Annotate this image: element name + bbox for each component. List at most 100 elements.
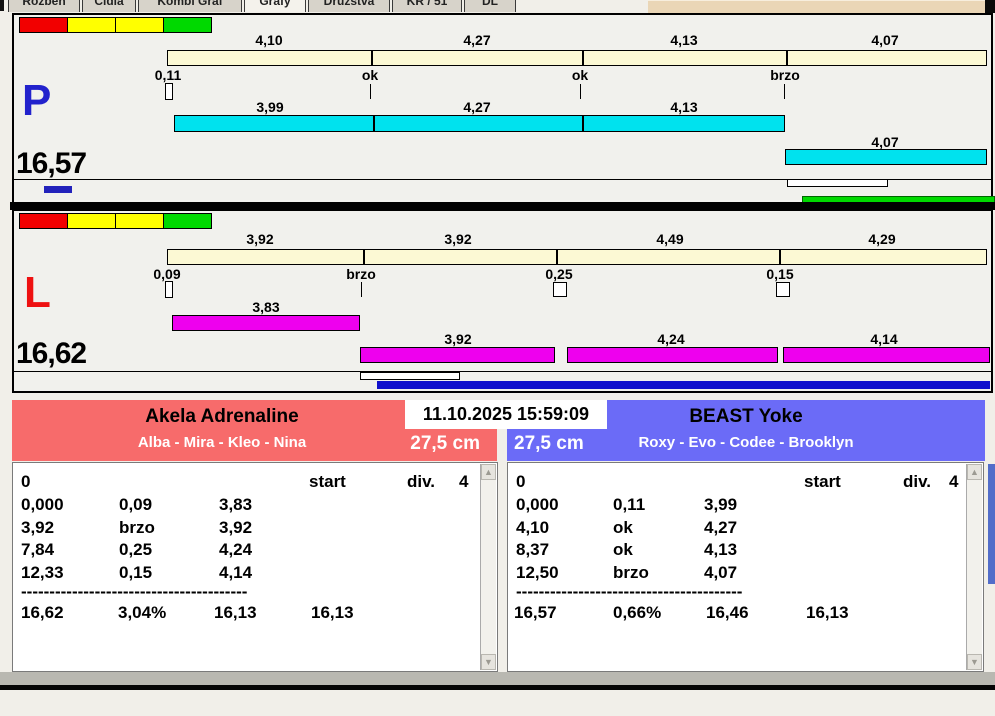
table-cell: 8,37	[516, 540, 550, 559]
tab-grafy[interactable]: Grafy	[244, 0, 306, 12]
table-cell: ok	[613, 518, 633, 537]
team-left-name: Akela Adrenaline	[145, 406, 299, 427]
p-blue-dash	[44, 186, 72, 193]
p-run-bar-divider	[373, 115, 375, 132]
table-cell: brzo	[119, 518, 155, 537]
table-cell: brzo	[613, 563, 649, 582]
p-sensor-bar-divider	[371, 50, 373, 66]
table-cell: 4,14	[219, 563, 253, 582]
panel-p: 4,10 4,27 4,13 4,07 0,11 ok ok brzo P 3,…	[12, 13, 995, 205]
l-run-label: 4,24	[657, 331, 685, 347]
p-run-label: 4,13	[670, 99, 698, 115]
table-cell: 3,92	[21, 518, 55, 537]
tab-kombi-graf[interactable]: Kombi Graf	[138, 0, 242, 12]
p-marker-label: ok	[571, 67, 589, 83]
l-sensor-bar	[167, 249, 987, 265]
left-edge-fragment	[0, 0, 4, 11]
bottom-gray-strip	[0, 672, 995, 685]
l-run-bar-1	[172, 315, 360, 331]
table-cell: 0,09	[119, 495, 153, 514]
table-row: 0,000 0,11 3,99	[508, 495, 965, 517]
l-split-label: 3,92	[444, 231, 472, 247]
tab-dl[interactable]: DL	[464, 0, 516, 12]
l-white-bar	[360, 372, 460, 380]
legend-red-block	[19, 17, 68, 33]
scroll-up-icon[interactable]: ▲	[967, 464, 982, 480]
table-cell: 16,46	[706, 603, 749, 622]
l-split-label: 4,29	[868, 231, 896, 247]
legend-red-block	[19, 213, 68, 229]
tab-bar: Rozbeh Cidla Kombi Graf Grafy Družstva K…	[0, 0, 995, 13]
p-run-bar-2	[785, 149, 987, 165]
legend-green-block	[163, 17, 212, 33]
legend-yellow-block	[115, 213, 164, 229]
p-run-label: 4,07	[871, 134, 899, 150]
l-total-time: 16,62	[16, 337, 87, 370]
left-table-scrollbar[interactable]: ▲ ▼	[480, 464, 496, 670]
p-start-marker-box	[165, 83, 173, 100]
legend-yellow-block	[67, 213, 116, 229]
tab-rozbeh[interactable]: Rozbeh	[8, 0, 80, 12]
table-cell: start	[804, 472, 841, 491]
table-header-row: 0 start div. 4	[508, 472, 965, 494]
table-row: 3,92 brzo 3,92	[13, 518, 479, 540]
status-legend	[19, 17, 212, 33]
p-split-label: 4,27	[463, 32, 491, 48]
p-marker-label: brzo	[770, 67, 800, 83]
p-sensor-bar-divider	[786, 50, 788, 66]
legend-yellow-block	[67, 17, 116, 33]
table-cell: 16,62	[21, 603, 64, 622]
scroll-up-icon[interactable]: ▲	[481, 464, 496, 480]
desktop-fragment	[988, 464, 995, 584]
status-legend	[19, 213, 212, 229]
p-white-bar	[787, 179, 888, 187]
left-jump-height: 27,5 cm	[410, 433, 480, 454]
l-marker-label: brzo	[346, 266, 376, 282]
legend-green-block	[163, 213, 212, 229]
l-split-label: 4,49	[656, 231, 684, 247]
p-marker-label: ok	[361, 67, 379, 83]
p-run-bar-divider	[582, 115, 584, 132]
table-cell: 0,66%	[613, 603, 662, 622]
l-start-marker-box	[165, 281, 173, 298]
table-cell: 16,13	[214, 603, 257, 622]
team-left-dogs: Alba - Mira - Kleo - Nina	[137, 434, 307, 451]
table-cell: 4	[949, 472, 959, 491]
tab-druzstva[interactable]: Družstva	[308, 0, 390, 12]
table-cell: 7,84	[21, 540, 55, 559]
scroll-down-icon[interactable]: ▼	[481, 654, 496, 670]
table-cell: 16,13	[806, 603, 849, 622]
table-cell: 4	[459, 472, 469, 491]
team-left-table[interactable]: 0 start div. 4 0,000 0,09 3,83 3,92 brzo…	[12, 462, 498, 672]
tab-kr-51[interactable]: KR / 51	[392, 0, 462, 12]
panel-l: 3,92 3,92 4,49 4,29 0,09 brzo 0,25 0,15 …	[12, 209, 993, 393]
l-run-label: 4,14	[870, 331, 898, 347]
table-cell: 0,15	[119, 563, 153, 582]
right-table-scrollbar[interactable]: ▲ ▼	[966, 464, 982, 670]
table-cell: 3,83	[219, 495, 253, 514]
table-cell: 0,000	[21, 495, 64, 514]
table-cell: 4,24	[219, 540, 253, 559]
scroll-down-icon[interactable]: ▼	[967, 654, 982, 670]
l-marker-label: 0,15	[766, 266, 794, 282]
table-cell: 0,000	[516, 495, 559, 514]
l-sensor-bar-divider	[556, 249, 558, 265]
l-run-bar-2	[360, 347, 555, 363]
table-cell: div.	[407, 472, 436, 491]
p-sensor-bar	[167, 50, 987, 66]
p-run-label: 3,99	[256, 99, 284, 115]
table-header-row: 0 start div. 4	[13, 472, 479, 494]
l-marker-label: 0,09	[153, 266, 181, 282]
tab-cidla[interactable]: Cidla	[82, 0, 136, 12]
bottom-black-line	[0, 685, 995, 690]
table-totals-row: 16,57 0,66% 16,46 16,13	[508, 603, 965, 625]
team-right-table[interactable]: 0 start div. 4 0,000 0,11 3,99 4,10 ok 4…	[507, 462, 984, 672]
l-run-label: 3,83	[252, 299, 280, 315]
l-blue-bar	[377, 381, 990, 389]
p-sensor-bar-divider	[582, 50, 584, 66]
datetime-display: 11.10.2025 15:59:09	[405, 400, 607, 429]
p-marker-label: 0,11	[154, 67, 182, 83]
l-baseline	[14, 371, 991, 372]
legend-yellow-block	[115, 17, 164, 33]
l-side-letter: L	[24, 268, 51, 317]
